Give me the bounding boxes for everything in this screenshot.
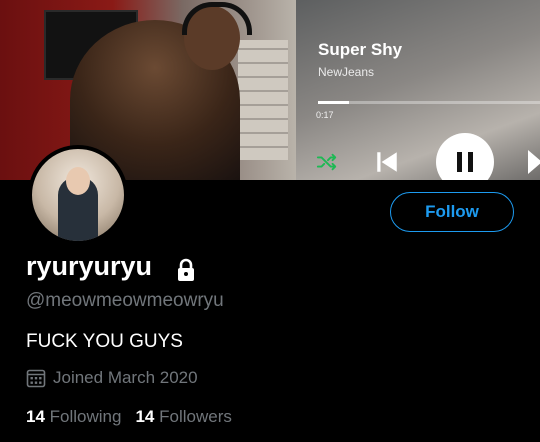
lock-icon xyxy=(178,258,194,281)
display-name: ryuryuryu xyxy=(26,251,153,281)
followers-label: Followers xyxy=(159,407,232,426)
avatar-face xyxy=(66,167,90,195)
progress-bar xyxy=(318,101,540,104)
banner-window xyxy=(238,40,288,160)
bio: FUCK YOU GUYS xyxy=(26,331,183,352)
progress-fill xyxy=(318,101,350,104)
joined-date: Joined March 2020 xyxy=(53,368,198,387)
previous-track-icon xyxy=(377,152,397,172)
headphones-icon xyxy=(182,2,252,35)
pause-icon xyxy=(457,152,473,172)
song-title: Super Shy xyxy=(318,40,403,59)
next-track-icon xyxy=(528,150,540,174)
following-link[interactable]: 14 Following xyxy=(26,407,121,426)
music-player-screenshot: Super Shy NewJeans 0:17 xyxy=(296,0,540,180)
avatar[interactable] xyxy=(28,145,128,245)
followers-link[interactable]: 14 Followers xyxy=(135,407,231,426)
pause-button xyxy=(436,133,494,180)
following-label: Following xyxy=(49,407,122,426)
song-artist: NewJeans xyxy=(318,65,375,79)
following-count: 14 xyxy=(26,407,45,426)
calendar-icon xyxy=(26,369,46,388)
user-handle: @meowmeowmeowryu xyxy=(26,290,224,311)
elapsed-time: 0:17 xyxy=(316,110,334,120)
shuffle-icon xyxy=(316,153,337,171)
followers-count: 14 xyxy=(135,407,155,426)
follow-stats: 14 Following 14 Followers xyxy=(26,407,232,427)
follow-button[interactable]: Follow xyxy=(390,192,514,232)
banner-photo xyxy=(0,0,296,180)
